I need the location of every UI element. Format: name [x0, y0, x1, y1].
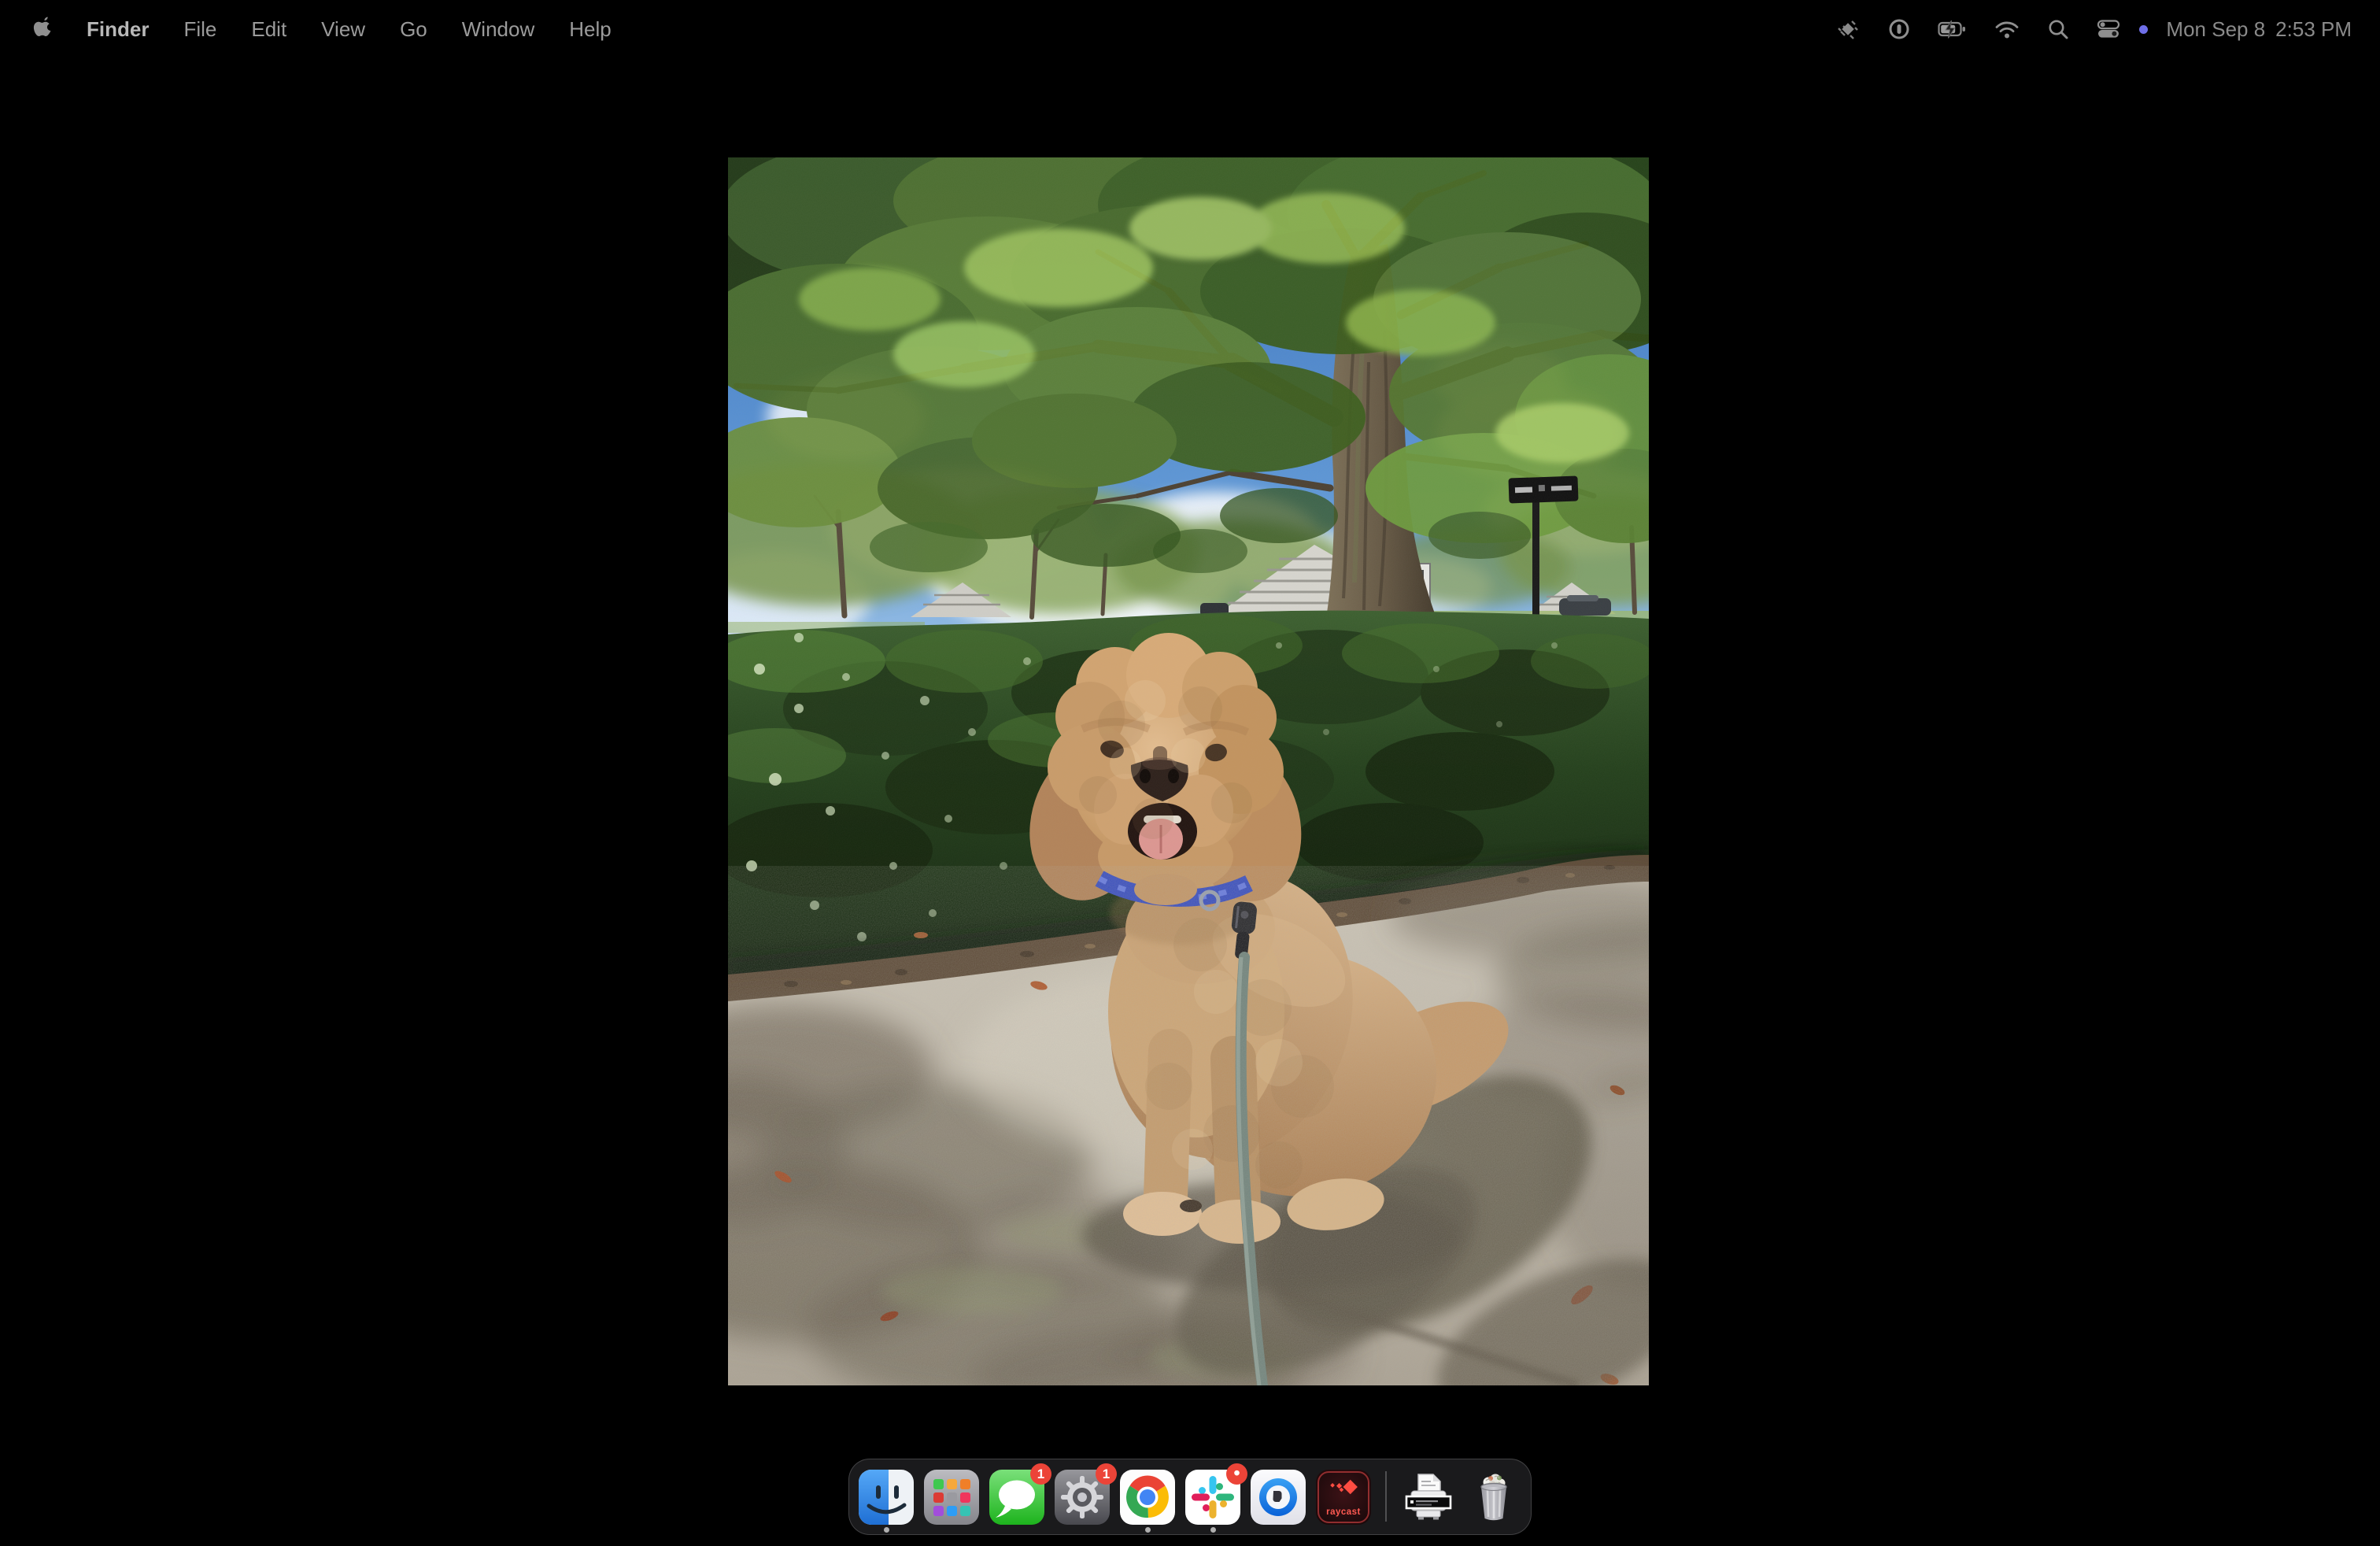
dock-item-1password[interactable] [1251, 1470, 1306, 1533]
dock: 1 1 [848, 1459, 1532, 1535]
apple-menu[interactable] [33, 16, 52, 43]
dock-item-launchpad[interactable] [924, 1470, 979, 1533]
chrome-icon [1120, 1470, 1175, 1525]
raycast-icon: raycast [1316, 1470, 1371, 1525]
apple-logo-icon [33, 16, 52, 38]
control-center-icon[interactable] [2096, 17, 2121, 42]
dock-item-system-settings[interactable]: 1 [1055, 1470, 1110, 1533]
menu-file[interactable]: File [183, 17, 216, 42]
running-indicator [1145, 1527, 1151, 1533]
desktop: { "colors": { "menubar-text": "#9b9b9b",… [0, 0, 2380, 1546]
notification-badge: 1 [1096, 1463, 1117, 1485]
menu-bar: Finder File Edit View Go Window Help [0, 0, 2380, 58]
clock-date: Mon Sep 8 [2166, 17, 2265, 42]
menu-bar-status-tray: Mon Sep 8 2:53 PM [1835, 0, 2380, 58]
notification-badge: 1 [1030, 1463, 1051, 1485]
raycast-wordmark: raycast [1326, 1507, 1361, 1517]
dock-separator [1385, 1471, 1387, 1522]
dock-item-trash[interactable] [1466, 1470, 1521, 1533]
menu-window[interactable]: Window [462, 17, 534, 42]
menu-help[interactable]: Help [569, 17, 611, 42]
running-indicator [1210, 1527, 1216, 1533]
1password-menubar-icon[interactable] [1887, 17, 1912, 42]
dog-park-photo [728, 157, 1649, 1385]
menu-go[interactable]: Go [400, 17, 427, 42]
clock-time: 2:53 PM [2275, 17, 2352, 42]
photo-viewer [728, 157, 1649, 1385]
menu-app-name[interactable]: Finder [87, 17, 149, 42]
battery-charging-icon[interactable] [1938, 17, 1968, 41]
hatched-diamond-menubar-icon[interactable] [1835, 17, 1861, 42]
photo-grain [728, 157, 1649, 1385]
menu-bar-left: Finder File Edit View Go Window Help [0, 0, 612, 58]
menubar-clock[interactable]: Mon Sep 8 2:53 PM [2166, 17, 2352, 42]
dock-item-printer[interactable] [1401, 1470, 1456, 1533]
1password-icon [1251, 1470, 1306, 1525]
trash-full-icon [1466, 1470, 1521, 1525]
launchpad-icon [924, 1470, 979, 1525]
finder-icon [859, 1470, 914, 1525]
dock-item-messages[interactable]: 1 [989, 1470, 1044, 1533]
running-indicator [884, 1527, 889, 1533]
printer-icon [1401, 1470, 1456, 1525]
menu-view[interactable]: View [321, 17, 365, 42]
dock-item-slack[interactable]: • [1185, 1470, 1240, 1533]
dock-item-finder[interactable] [859, 1470, 914, 1533]
dock-item-chrome[interactable] [1120, 1470, 1175, 1533]
wifi-icon[interactable] [1994, 17, 2020, 41]
dock-item-raycast[interactable]: raycast [1316, 1470, 1371, 1533]
menu-edit[interactable]: Edit [251, 17, 286, 42]
spotlight-search-icon[interactable] [2046, 17, 2070, 41]
notification-badge: • [1226, 1463, 1247, 1485]
focus-indicator-dot[interactable] [2139, 25, 2148, 34]
